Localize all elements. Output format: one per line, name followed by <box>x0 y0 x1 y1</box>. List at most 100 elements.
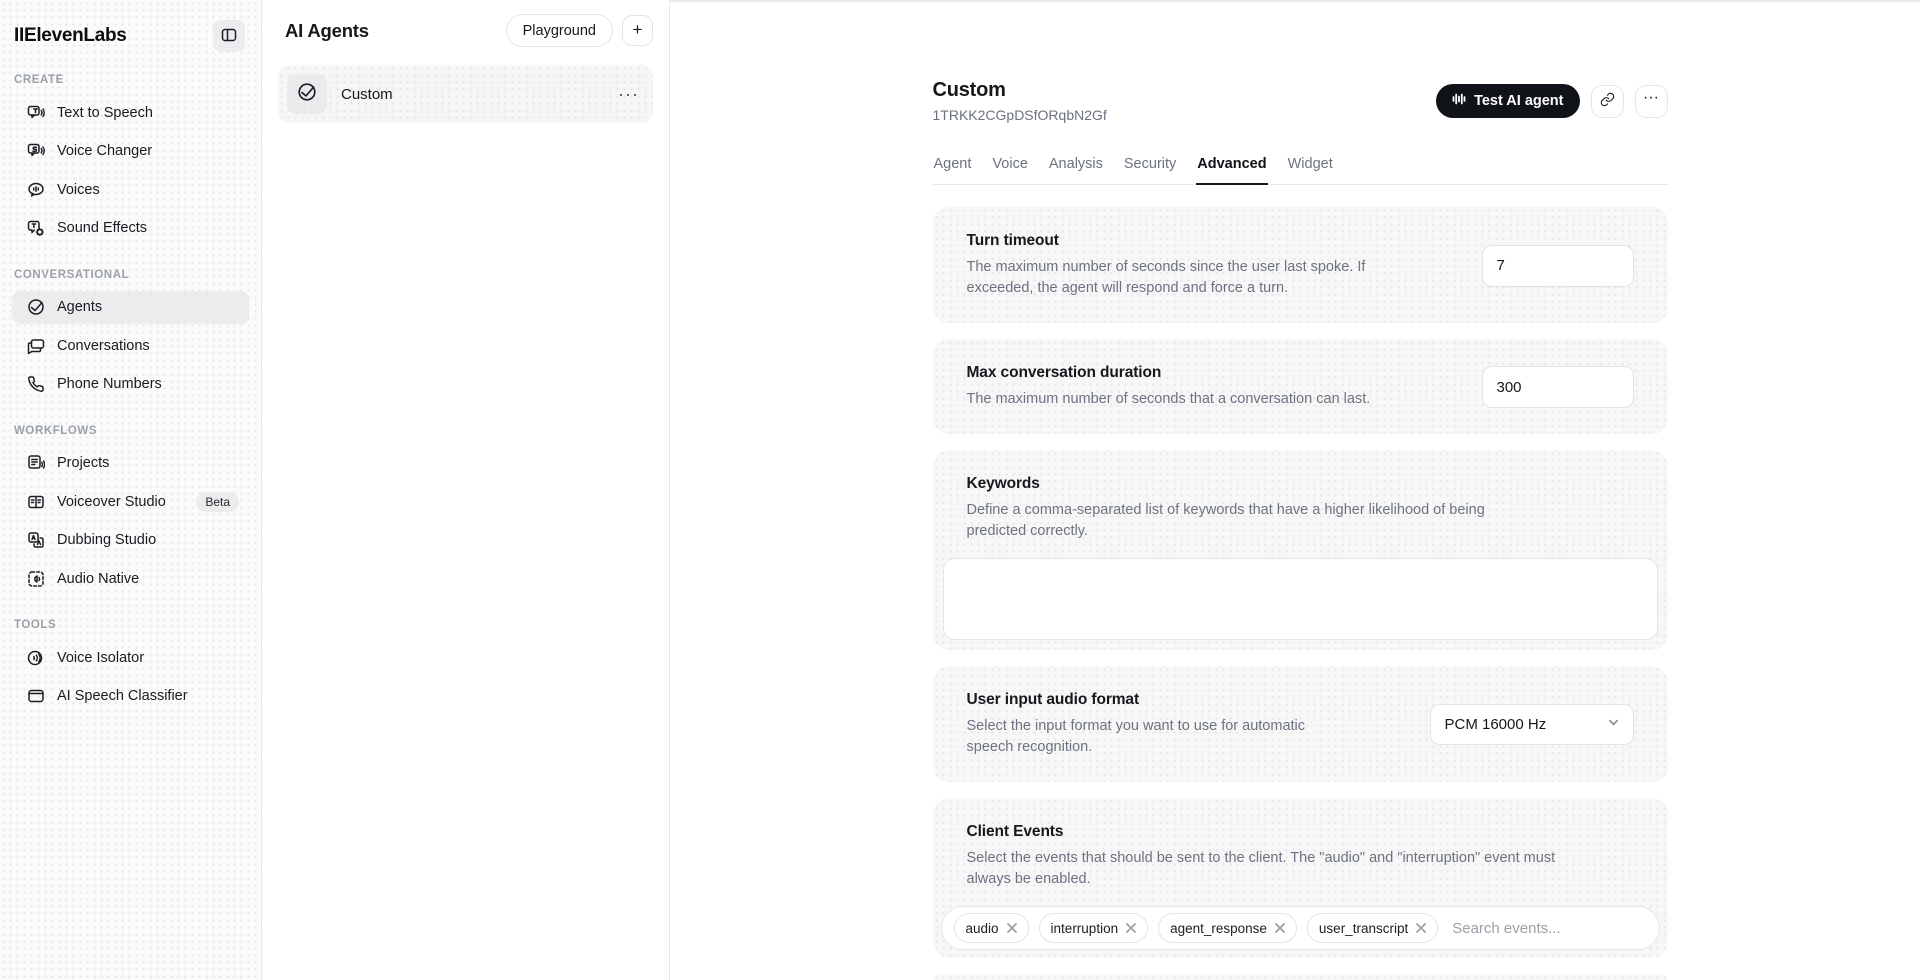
test-ai-agent-button[interactable]: Test AI agent <box>1436 84 1579 118</box>
sidebar-item-conversations[interactable]: Conversations <box>12 329 249 362</box>
sidebar-item-sound-effects[interactable]: Sound Effects <box>12 212 249 245</box>
sidebar-item-voiceover-studio[interactable]: Voiceover Studio Beta <box>12 485 249 518</box>
tag-label: agent_response <box>1170 921 1267 936</box>
event-tag: audio <box>954 913 1029 943</box>
card-user-input-audio-format: User input audio format Select the input… <box>933 666 1668 782</box>
add-agent-button[interactable]: + <box>622 15 653 46</box>
sidebar-item-label: Sound Effects <box>57 220 147 236</box>
turn-timeout-input[interactable] <box>1482 245 1634 287</box>
section-label-workflows: WORKFLOWS <box>12 425 249 437</box>
sidebar-item-voice-changer[interactable]: Voice Changer <box>12 135 249 168</box>
card-description: Define a comma-separated list of keyword… <box>967 500 1507 542</box>
sidebar-item-agents[interactable]: Agents <box>12 291 249 324</box>
panel-toggle-icon <box>221 27 237 46</box>
card-title: User input audio format <box>967 691 1319 709</box>
agents-icon <box>27 298 45 316</box>
sound-effects-icon <box>27 219 45 237</box>
sidebar-item-label: Conversations <box>57 338 150 354</box>
test-button-label: Test AI agent <box>1474 93 1563 109</box>
card-title: Client Events <box>967 823 1634 841</box>
tab-widget[interactable]: Widget <box>1287 150 1334 184</box>
voiceover-studio-icon <box>27 493 45 511</box>
tag-label: user_transcript <box>1319 921 1408 936</box>
card-description: The maximum number of seconds since the … <box>967 257 1397 299</box>
copy-link-button[interactable] <box>1591 85 1624 118</box>
card-description: Select the events that should be sent to… <box>967 848 1595 890</box>
sidebar-item-label: Phone Numbers <box>57 376 162 392</box>
sidebar-item-label: Audio Native <box>57 571 139 587</box>
sidebar-item-voice-isolator[interactable]: Voice Isolator <box>12 641 249 674</box>
audio-format-select[interactable]: PCM 16000 Hz <box>1430 704 1634 745</box>
main-content: Custom 1TRKK2CGpDSfORqbN2Gf Test AI agen… <box>670 0 1920 980</box>
voice-isolator-icon <box>27 649 45 667</box>
keywords-textarea[interactable] <box>943 558 1658 640</box>
tag-label: interruption <box>1051 921 1119 936</box>
agent-check-icon <box>297 82 317 107</box>
agent-id: 1TRKK2CGpDSfORqbN2Gf <box>933 107 1107 123</box>
sidebar-item-projects[interactable]: Projects <box>12 447 249 480</box>
tab-agent[interactable]: Agent <box>933 150 973 184</box>
projects-icon <box>27 454 45 472</box>
agent-list-item[interactable]: Custom ··· <box>278 65 653 123</box>
tab-advanced[interactable]: Advanced <box>1196 150 1267 184</box>
sidebar-item-label: Voiceover Studio <box>57 494 166 510</box>
client-events-tag-input[interactable]: audio interruption agent_response u <box>941 906 1660 950</box>
header-more-button[interactable]: ··· <box>1635 85 1668 118</box>
settings-tabs: Agent Voice Analysis Security Advanced W… <box>933 150 1668 185</box>
tab-analysis[interactable]: Analysis <box>1048 150 1104 184</box>
event-tag: agent_response <box>1158 913 1297 943</box>
sidebar: IIElevenLabs CREATE Text to Speech Voice… <box>0 0 262 980</box>
agents-list-panel: AI Agents Playground + Custom ··· <box>262 0 670 980</box>
section-label-conversational: CONVERSATIONAL <box>12 269 249 281</box>
card-client-events: Client Events Select the events that sho… <box>933 798 1668 958</box>
sidebar-item-voices[interactable]: Voices <box>12 173 249 206</box>
sidebar-collapse-button[interactable] <box>213 20 245 52</box>
card-title: Turn timeout <box>967 232 1397 250</box>
sidebar-item-label: AI Speech Classifier <box>57 688 188 704</box>
agent-item-more-button[interactable]: ··· <box>618 85 639 103</box>
sidebar-item-ai-speech-classifier[interactable]: AI Speech Classifier <box>12 680 249 713</box>
sidebar-item-label: Voices <box>57 182 100 198</box>
section-label-create: CREATE <box>12 74 249 86</box>
beta-badge: Beta <box>196 492 239 512</box>
page-title: Custom <box>933 78 1107 102</box>
sidebar-item-label: Voice Isolator <box>57 650 144 666</box>
section-label-tools: TOOLS <box>12 619 249 631</box>
agent-name: Custom <box>341 86 393 103</box>
card-keywords: Keywords Define a comma-separated list o… <box>933 450 1668 650</box>
card-title: Keywords <box>967 475 1634 493</box>
tab-voice[interactable]: Voice <box>991 150 1028 184</box>
remove-tag-icon[interactable] <box>1126 921 1136 936</box>
waveform-icon <box>1452 92 1466 110</box>
card-title: Max conversation duration <box>967 364 1371 382</box>
card-description: Select the input format you want to use … <box>967 716 1319 758</box>
sidebar-item-label: Text to Speech <box>57 105 153 121</box>
max-duration-input[interactable] <box>1482 366 1634 408</box>
event-tag: user_transcript <box>1307 913 1438 943</box>
remove-tag-icon[interactable] <box>1007 921 1017 936</box>
tab-security[interactable]: Security <box>1123 150 1177 184</box>
dubbing-studio-icon <box>27 531 45 549</box>
sidebar-item-dubbing-studio[interactable]: Dubbing Studio <box>12 524 249 557</box>
search-events-placeholder: Search events... <box>1452 920 1560 937</box>
text-to-speech-icon <box>27 104 45 122</box>
ellipsis-icon: ··· <box>1643 90 1659 112</box>
card-partial-next <box>933 974 1668 980</box>
app-window: IIElevenLabs CREATE Text to Speech Voice… <box>0 0 1920 980</box>
sidebar-item-text-to-speech[interactable]: Text to Speech <box>12 96 249 129</box>
sidebar-item-label: Agents <box>57 299 102 315</box>
phone-icon <box>27 375 45 393</box>
sidebar-item-phone-numbers[interactable]: Phone Numbers <box>12 368 249 401</box>
sidebar-item-label: Voice Changer <box>57 143 152 159</box>
panel-title: AI Agents <box>285 20 369 42</box>
chevron-down-icon <box>1607 716 1620 733</box>
playground-button[interactable]: Playground <box>506 14 613 47</box>
sidebar-item-audio-native[interactable]: Audio Native <box>12 562 249 595</box>
link-icon <box>1600 92 1615 110</box>
elevenlabs-logo: IIElevenLabs <box>14 25 127 47</box>
tag-label: audio <box>966 921 999 936</box>
remove-tag-icon[interactable] <box>1275 921 1285 936</box>
remove-tag-icon[interactable] <box>1416 921 1426 936</box>
voices-icon <box>27 181 45 199</box>
card-turn-timeout: Turn timeout The maximum number of secon… <box>933 207 1668 323</box>
